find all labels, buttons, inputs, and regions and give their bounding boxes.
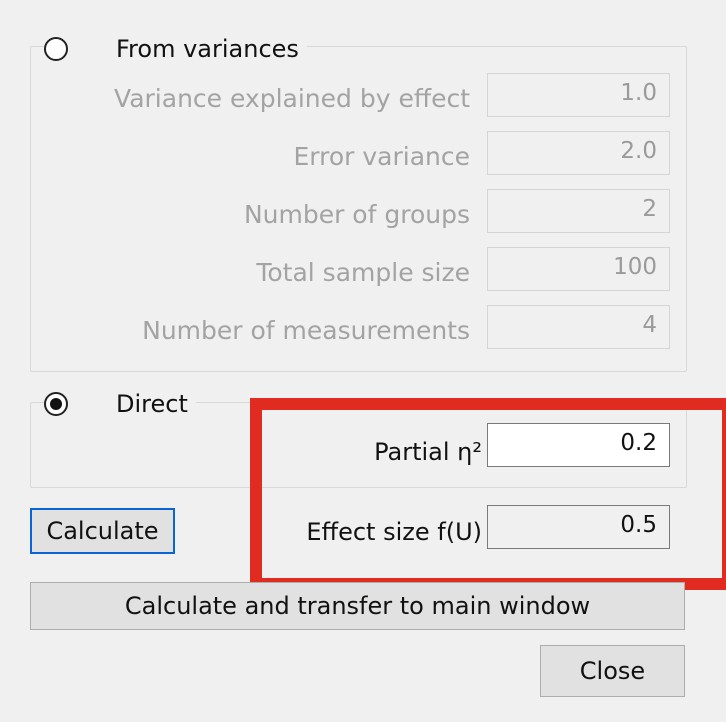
direct-radio[interactable] [44,392,68,416]
variance-explained-field[interactable]: 1.0 [487,73,670,117]
effect-size-label: Effect size f(U) [306,518,482,546]
effect-size-field[interactable]: 0.5 [487,505,670,549]
direct-legend: Direct [44,387,196,421]
number-of-measurements-label: Number of measurements [142,316,470,345]
partial-eta-field[interactable]: 0.2 [487,423,670,467]
from-variances-radio[interactable] [44,37,68,61]
direct-label: Direct [116,390,188,418]
close-button[interactable]: Close [540,645,685,697]
from-variances-legend: From variances [44,32,307,66]
total-sample-size-label: Total sample size [256,258,470,287]
total-sample-size-field[interactable]: 100 [487,247,670,291]
partial-eta-label: Partial η² [374,438,482,466]
error-variance-field[interactable]: 2.0 [487,131,670,175]
error-variance-label: Error variance [293,142,470,171]
calculate-transfer-button[interactable]: Calculate and transfer to main window [30,582,685,630]
number-of-groups-field[interactable]: 2 [487,189,670,233]
from-variances-label: From variances [116,35,299,63]
number-of-measurements-field[interactable]: 4 [487,305,670,349]
number-of-groups-label: Number of groups [243,200,470,229]
variance-explained-label: Variance explained by effect [114,84,470,113]
calculate-button[interactable]: Calculate [30,508,175,554]
